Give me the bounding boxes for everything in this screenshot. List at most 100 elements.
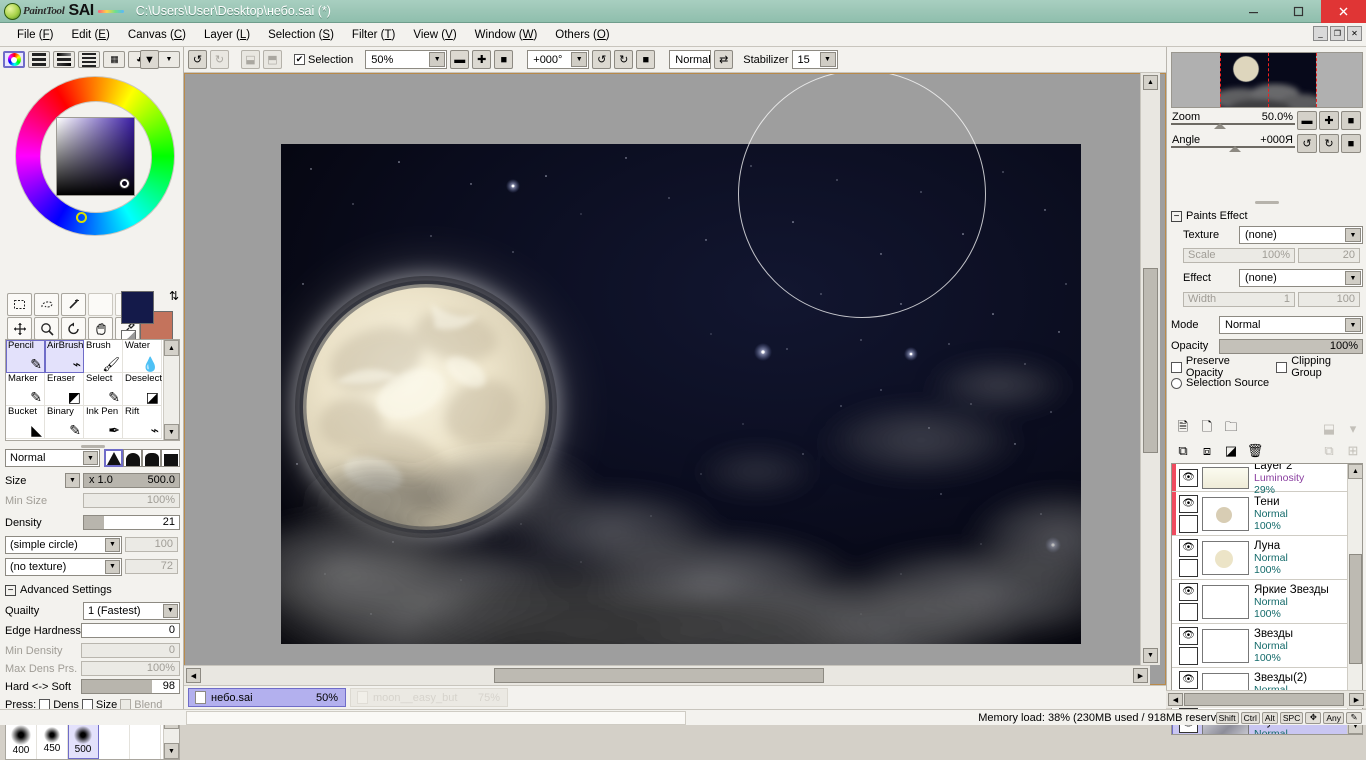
layer-row-yarkie-zvezdy[interactable]: 👁 Яркие Звезды Normal 100%: [1172, 580, 1362, 624]
angle-knob[interactable]: [1229, 146, 1241, 152]
zoom-in-button[interactable]: ✚: [472, 50, 492, 69]
blank-tool-slot-1[interactable]: [88, 293, 113, 316]
modifier-alt[interactable]: Alt: [1261, 711, 1278, 724]
chevron-down-icon[interactable]: ▼: [1345, 228, 1361, 242]
texture-scale-slider[interactable]: Scale 100%: [1183, 247, 1295, 263]
navigator-angle-slider[interactable]: Angle +000Я: [1171, 134, 1295, 152]
brush-marker[interactable]: Marker ✎: [6, 373, 45, 406]
chevron-down-icon[interactable]: ▼: [83, 451, 98, 465]
undo-button[interactable]: ↺: [188, 50, 207, 69]
scroll-up-icon[interactable]: ▲: [164, 340, 179, 356]
flip-button[interactable]: ⇄: [714, 50, 734, 69]
canvas-workspace[interactable]: [184, 73, 1166, 685]
color-wheel[interactable]: [7, 72, 177, 244]
hsv-sliders-tab[interactable]: [53, 51, 75, 68]
swap-colors-icon[interactable]: ⇅: [169, 289, 179, 303]
chevron-down-icon[interactable]: ▼: [1345, 271, 1361, 285]
zoom-knob[interactable]: [1214, 123, 1226, 129]
mdi-minimize-button[interactable]: _: [1313, 26, 1328, 41]
maximize-button[interactable]: [1276, 0, 1321, 23]
nav-rotate-reset-button[interactable]: ■: [1341, 134, 1361, 153]
hscroll-thumb[interactable]: [494, 668, 824, 683]
brush-select[interactable]: Select ✎: [84, 373, 123, 406]
chevron-down-icon[interactable]: ▼: [429, 52, 446, 67]
rgb-sliders-tab[interactable]: [28, 51, 50, 68]
rotate-ccw-button[interactable]: ↺: [592, 50, 612, 69]
layer-select-toggle[interactable]: [1179, 558, 1198, 577]
menu-selection[interactable]: Selection (S): [259, 26, 343, 44]
layer-select-toggle[interactable]: [1179, 646, 1198, 665]
swatches-tab[interactable]: [78, 51, 100, 68]
texture-select[interactable]: (none) ▼: [1239, 226, 1363, 244]
magic-wand-tool[interactable]: [61, 293, 86, 316]
menu-edit[interactable]: Edit (E): [62, 26, 118, 44]
sv-cursor[interactable]: [119, 179, 129, 188]
effect-select[interactable]: (none) ▼: [1239, 269, 1363, 287]
minimize-button[interactable]: [1231, 0, 1276, 23]
layer-select-toggle[interactable]: [1179, 514, 1198, 533]
redo-button[interactable]: ↻: [210, 50, 229, 69]
layer-visibility-toggle[interactable]: 👁: [1179, 538, 1198, 557]
menu-view[interactable]: View (V): [404, 26, 465, 44]
vscroll-thumb[interactable]: [1143, 268, 1158, 453]
color-wheel-tab[interactable]: [3, 51, 25, 68]
chevron-down-icon[interactable]: ▼: [571, 52, 588, 67]
close-button[interactable]: [1321, 0, 1366, 23]
min-density-slider[interactable]: 0: [81, 643, 180, 658]
hard-soft-slider[interactable]: 98: [81, 679, 180, 694]
brush-blend-mode-select[interactable]: Normal ▼: [5, 449, 100, 467]
group-down-button[interactable]: ⧉: [1319, 441, 1339, 461]
layer-scroll-thumb[interactable]: [1349, 554, 1362, 664]
nav-rotate-ccw-button[interactable]: ↺: [1297, 134, 1317, 153]
selection-checkbox[interactable]: ✔: [294, 54, 305, 65]
layer-visibility-toggle[interactable]: 👁: [1179, 494, 1198, 513]
artwork-canvas[interactable]: [281, 144, 1081, 644]
layer-select-toggle[interactable]: [1179, 602, 1198, 621]
add-clipping-mask-button[interactable]: ⧈: [1197, 441, 1217, 461]
preset-400[interactable]: 400: [6, 722, 37, 759]
nav-zoom-in-button[interactable]: ✚: [1319, 111, 1339, 130]
brush-shape-amount[interactable]: 100: [125, 537, 178, 552]
chevron-down-icon[interactable]: ▼: [105, 559, 120, 574]
layer-extra-button[interactable]: ▾: [1343, 419, 1363, 439]
brush-rift[interactable]: Rift ⌁: [123, 406, 162, 439]
hscroll-left-icon[interactable]: ◀: [1168, 693, 1183, 706]
vscroll-up-icon[interactable]: ▲: [1143, 75, 1158, 90]
paints-effect-header[interactable]: − Paints Effect: [1171, 210, 1248, 222]
add-mask-button[interactable]: ⧉: [1173, 441, 1193, 461]
rotate-cw-button[interactable]: ↻: [614, 50, 634, 69]
brush-texture-select[interactable]: (no texture) ▼: [5, 557, 122, 576]
hscroll-right-icon[interactable]: ▶: [1133, 668, 1148, 683]
chevron-down-icon[interactable]: ▼: [1345, 318, 1361, 332]
nav-zoom-out-button[interactable]: ▬: [1297, 111, 1317, 130]
brush-minsize-slider[interactable]: 100%: [83, 493, 180, 508]
brush-bucket[interactable]: Bucket ◣: [6, 406, 45, 439]
color-panel-menu-button[interactable]: ▼: [158, 51, 180, 68]
clipping-group-checkbox[interactable]: [1276, 361, 1288, 373]
scroll-up-icon[interactable]: ▲: [1348, 464, 1362, 479]
canvas-hscrollbar[interactable]: ◀ ▶: [184, 665, 1150, 685]
panel-toggle-button[interactable]: ▼: [140, 50, 159, 69]
delete-layer-button[interactable]: 🗑: [1245, 441, 1265, 461]
brush-eraser[interactable]: Eraser ◩: [45, 373, 84, 406]
right-panel-splitter[interactable]: [1171, 199, 1363, 206]
brush-list-scrollbar[interactable]: ▲ ▼: [163, 340, 179, 440]
zoom-tool[interactable]: [34, 317, 59, 340]
brush-brush[interactable]: Brush 🖌: [84, 340, 123, 373]
layer-opacity-slider[interactable]: 100%: [1219, 338, 1363, 354]
effect-width-slider[interactable]: Width 1: [1183, 291, 1295, 307]
brush-pencil[interactable]: Pencil ✎: [6, 340, 45, 373]
layer-edit-toggle[interactable]: ✎: [1179, 735, 1198, 736]
zoom-select[interactable]: 50% ▼: [365, 50, 448, 69]
selection-shrink-button[interactable]: ⬓: [241, 50, 260, 69]
chevron-down-icon[interactable]: ▼: [819, 52, 836, 67]
scroll-down-icon[interactable]: ▼: [164, 424, 179, 440]
grid-tab[interactable]: ▦: [103, 51, 125, 68]
angle-reset-button[interactable]: ■: [636, 50, 656, 69]
brush-shape-flat-dome[interactable]: [142, 449, 161, 467]
brush-airbrush[interactable]: AirBrush ⌁: [45, 340, 84, 373]
layer-mode-select[interactable]: Normal ▼: [1219, 316, 1363, 334]
zoom-track[interactable]: [1171, 123, 1295, 125]
modifier-spc[interactable]: SPC: [1279, 711, 1304, 724]
collapse-icon[interactable]: −: [5, 584, 16, 596]
